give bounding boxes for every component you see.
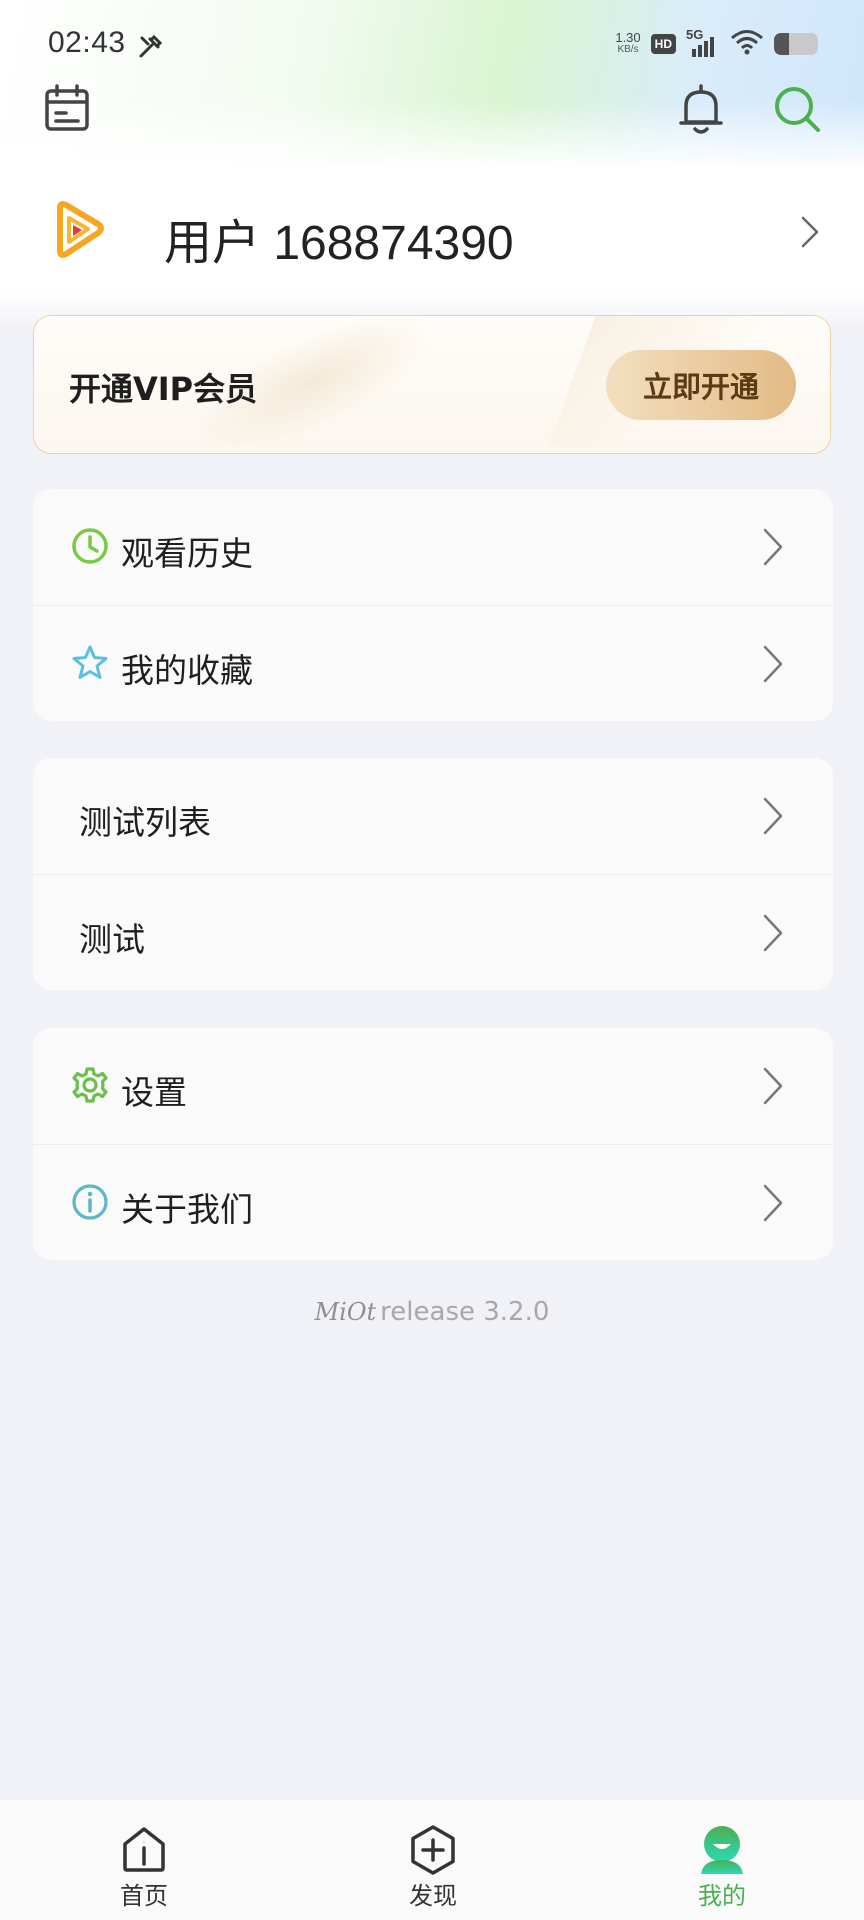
menu-item-label: 关于我们 — [121, 1190, 253, 1229]
tools-icon — [138, 33, 164, 63]
nav-label: 发现 — [409, 1882, 457, 1910]
menu-item-label: 设置 — [121, 1073, 187, 1112]
menu-item-test-list[interactable]: 测试列表 — [33, 758, 833, 874]
discover-plus-icon — [407, 1824, 459, 1880]
app-logo-icon — [52, 200, 108, 264]
star-icon — [71, 644, 109, 686]
search-icon[interactable] — [772, 84, 822, 138]
version-text: release 3.2.0 — [380, 1297, 550, 1327]
vip-open-button[interactable]: 立即开通 — [606, 350, 796, 420]
net-speed: 1.30 KB/s — [615, 30, 641, 56]
menu-item-label: 测试列表 — [79, 803, 211, 842]
version-info: MiOt release 3.2.0 — [0, 1297, 864, 1327]
status-time: 02:43 — [48, 26, 126, 59]
version-brand: MiOt — [314, 1298, 377, 1326]
battery-icon — [774, 33, 818, 55]
nav-mine[interactable]: 我的 — [622, 1800, 822, 1920]
nav-label: 首页 — [120, 1882, 168, 1910]
menu-card-history-favorites: 观看历史 我的收藏 — [33, 489, 833, 721]
nav-discover[interactable]: 发现 — [333, 1800, 533, 1920]
profile-icon — [697, 1824, 747, 1882]
chevron-right-icon — [762, 644, 784, 688]
net-speed-unit: KB/s — [617, 44, 639, 55]
chevron-right-icon — [762, 913, 784, 957]
menu-item-settings[interactable]: 设置 — [33, 1028, 833, 1144]
chevron-right-icon — [762, 1183, 784, 1227]
home-icon — [119, 1824, 169, 1878]
clock-icon — [71, 527, 109, 569]
profile-section[interactable]: 用户 168874390 — [0, 170, 864, 290]
vip-title: 开通VIP会员 — [69, 370, 258, 408]
nav-label: 我的 — [698, 1882, 746, 1910]
menu-item-test[interactable]: 测试 — [33, 874, 833, 990]
menu-item-label: 测试 — [79, 920, 145, 959]
username: 用户 168874390 — [164, 217, 514, 270]
signal-icon: 5G — [686, 27, 720, 59]
menu-item-label: 观看历史 — [121, 534, 253, 573]
menu-item-label: 我的收藏 — [121, 651, 253, 690]
menu-item-about-us[interactable]: 关于我们 — [33, 1144, 833, 1260]
hd-badge: HD — [650, 34, 676, 54]
chevron-right-icon — [762, 527, 784, 571]
menu-item-favorites[interactable]: 我的收藏 — [33, 605, 833, 721]
wifi-icon — [730, 28, 764, 60]
chevron-right-icon — [762, 796, 784, 840]
battery-level — [774, 33, 790, 55]
chevron-right-icon — [800, 215, 820, 253]
status-bar: 02:43 1.30 KB/s HD 5G — [0, 0, 864, 90]
menu-item-watch-history[interactable]: 观看历史 — [33, 489, 833, 605]
gear-icon — [71, 1066, 109, 1108]
menu-card-settings-about: 设置 关于我们 — [33, 1028, 833, 1260]
chevron-right-icon — [762, 1066, 784, 1110]
bottom-navigation: 首页 发现 我的 — [0, 1800, 864, 1920]
bell-icon[interactable] — [678, 84, 724, 140]
nav-home[interactable]: 首页 — [44, 1800, 244, 1920]
menu-card-tests: 测试列表 测试 — [33, 758, 833, 990]
net-speed-value: 1.30 — [615, 30, 641, 45]
calendar-icon[interactable] — [44, 84, 90, 136]
vip-banner[interactable]: 开通VIP会员 立即开通 — [33, 315, 831, 454]
info-icon — [71, 1183, 109, 1225]
